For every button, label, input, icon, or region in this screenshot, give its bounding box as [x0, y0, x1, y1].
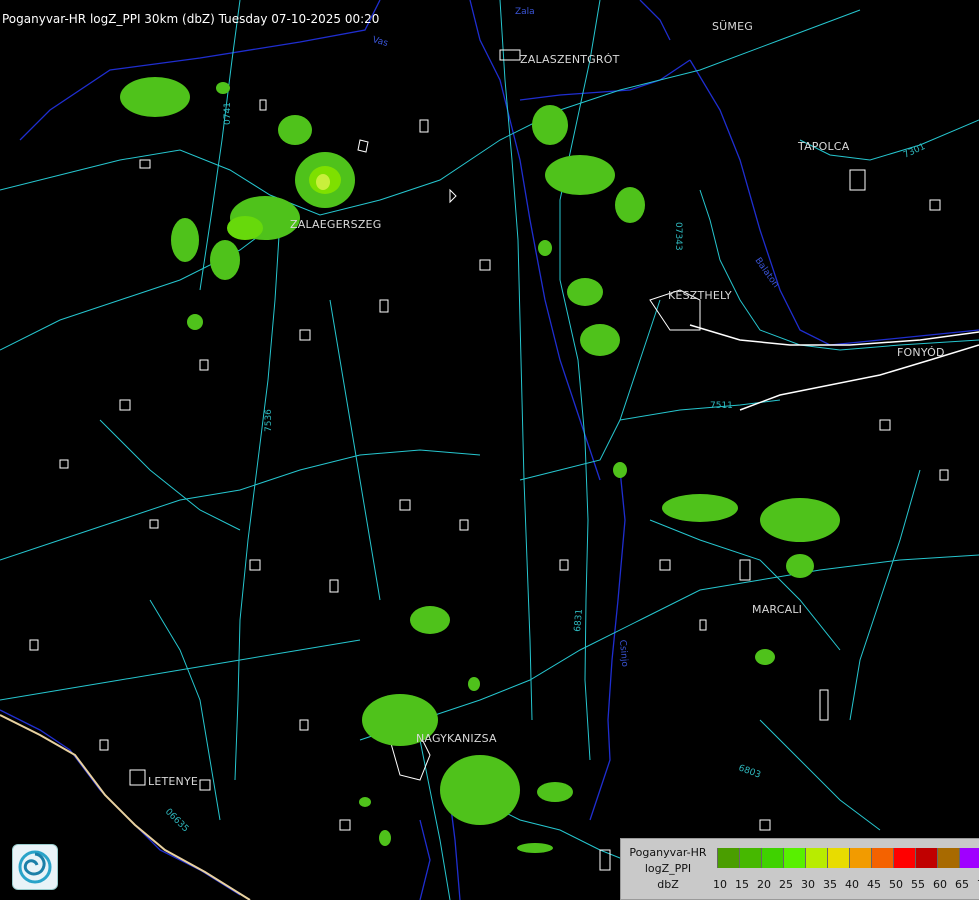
road-label: 7301 — [902, 142, 927, 161]
road-label: 0741 — [223, 102, 233, 125]
legend-tick: 50 — [889, 878, 903, 891]
legend-tick: 55 — [911, 878, 925, 891]
legend-swatch — [783, 848, 805, 868]
legend-tick: 40 — [845, 878, 859, 891]
dbz-legend: Poganyvar-HR logZ_PPI dbZ 10 15 20 25 30 35 40… — [620, 838, 979, 900]
city-label-sumeg: SÜMEG — [712, 20, 753, 33]
city-label-marcali: MARCALI — [752, 603, 803, 616]
legend-type: logZ_PPI — [644, 862, 692, 875]
legend-tick: 15 — [735, 878, 749, 891]
road-label: 6831 — [573, 609, 585, 633]
legend-swatch — [915, 848, 937, 868]
legend-swatch — [827, 848, 849, 868]
legend-swatch — [871, 848, 893, 868]
road-label: 06635 — [163, 807, 190, 834]
legend-swatch — [893, 848, 915, 868]
city-label-keszthely: KESZTHELY — [668, 289, 732, 302]
road-label: 7511 — [710, 401, 733, 411]
radar-map: 0741 7301 07343 7536 6831 6803 06635 751… — [0, 0, 979, 900]
legend-tick: 65 — [955, 878, 969, 891]
radar-product-title: Poganyvar-HR logZ_PPI 30km (dbZ) Tuesday… — [2, 12, 380, 26]
river-label: Csinjo — [617, 639, 629, 667]
legend-tick: 35 — [823, 878, 837, 891]
legend-tick: 30 — [801, 878, 815, 891]
legend-swatch — [959, 848, 979, 868]
legend-swatch — [739, 848, 761, 868]
legend-tick: 20 — [757, 878, 771, 891]
legend-swatch — [805, 848, 827, 868]
city-label-zalaegerszeg: ZALAEGERSZEG — [290, 218, 382, 231]
radar-logo — [12, 844, 58, 890]
lake-balaton — [689, 324, 979, 411]
road-label: 07343 — [673, 222, 683, 251]
legend-ticks: 10 15 20 25 30 35 40 45 50 55 60 65 70 — [709, 878, 979, 891]
legend-unit: dbZ — [657, 878, 679, 891]
legend-swatch — [937, 848, 959, 868]
legend-swatch — [849, 848, 871, 868]
city-label-zalaszentgrot: ZALASZENTGRÓT — [520, 53, 620, 66]
spiral-logo-icon — [18, 850, 52, 884]
city-label-nagykanizsa: NAGYKANIZSA — [416, 732, 497, 745]
city-label-letenye: LETENYE — [148, 775, 199, 788]
legend-swatch — [761, 848, 783, 868]
river-label: Zala — [515, 7, 535, 17]
legend-tick: 10 — [713, 878, 727, 891]
city-label-tapolca: TAPOLCA — [798, 140, 850, 153]
legend-tick: 25 — [779, 878, 793, 891]
legend-tick: 60 — [933, 878, 947, 891]
legend-tick: 70 — [973, 878, 979, 891]
road-label: 6803 — [737, 763, 762, 780]
settlement-outlines — [29, 49, 949, 871]
legend-product: Poganyvar-HR — [629, 846, 707, 859]
legend-color-scale — [717, 848, 979, 868]
river-label: Vas — [371, 35, 389, 49]
legend-swatch — [717, 848, 739, 868]
legend-tick: 45 — [867, 878, 881, 891]
city-label-fonyod: FONYÓD — [897, 346, 945, 359]
river-label: Balaton — [753, 256, 781, 290]
road-label: 7536 — [264, 409, 274, 432]
